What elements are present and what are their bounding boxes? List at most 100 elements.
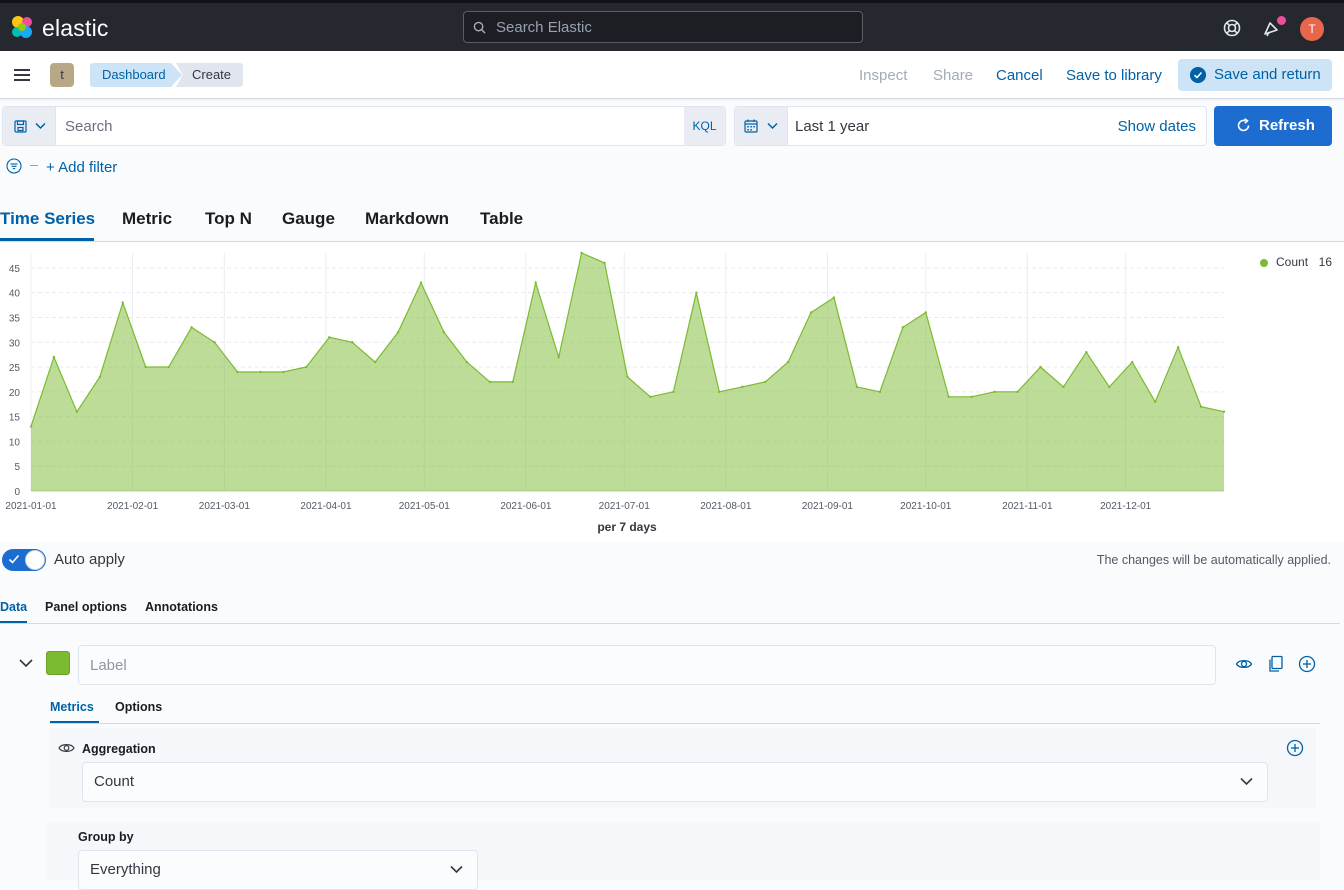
tab-metric[interactable]: Metric xyxy=(122,209,172,229)
editor-tabs: Data Panel options Annotations xyxy=(0,590,1340,624)
x-tick-label: 2021-03-01 xyxy=(199,501,251,512)
breadcrumb-create: Create xyxy=(176,63,243,87)
space-avatar[interactable]: t xyxy=(50,63,74,87)
tab-annotations[interactable]: Annotations xyxy=(145,600,218,614)
data-point xyxy=(190,326,193,329)
global-header: elastic T xyxy=(0,0,1344,51)
query-language-button[interactable]: KQL xyxy=(684,107,725,145)
chevron-down-icon xyxy=(450,865,463,874)
data-point xyxy=(328,336,331,339)
legend-marker-count xyxy=(1260,259,1268,267)
data-point xyxy=(442,331,446,334)
auto-apply-label: Auto apply xyxy=(54,551,125,568)
data-point xyxy=(718,390,721,394)
aggregation-select[interactable]: Count xyxy=(82,762,1268,802)
filter-icon[interactable] xyxy=(6,158,22,174)
saved-query-button[interactable] xyxy=(3,107,56,145)
data-point xyxy=(52,355,56,359)
chevron-down-icon xyxy=(35,122,46,130)
cancel-button[interactable]: Cancel xyxy=(996,67,1043,85)
data-point xyxy=(236,370,239,374)
data-point xyxy=(832,296,836,299)
active-editor-tab-indicator xyxy=(0,621,27,623)
data-point xyxy=(809,311,813,314)
data-point xyxy=(511,380,514,384)
group-by-value: Everything xyxy=(90,861,161,878)
toggle-knob xyxy=(25,550,45,570)
tab-table[interactable]: Table xyxy=(480,209,523,229)
inspect-button[interactable]: Inspect xyxy=(859,67,907,85)
time-range-text[interactable]: Last 1 year xyxy=(795,118,869,135)
query-search-input[interactable] xyxy=(63,115,663,137)
visualization-type-tabs: Time Series Metric Top N Gauge Markdown … xyxy=(0,200,1344,242)
tab-data[interactable]: Data xyxy=(0,600,27,614)
notification-badge xyxy=(1277,16,1286,25)
legend-value: 16 xyxy=(1319,255,1333,269)
time-series-chart[interactable]: 0 5 10 15 20 25 30 35 40 45 2021-01-01 2021-02-01 20… xyxy=(0,243,1344,542)
tab-panel-options[interactable]: Panel options xyxy=(45,600,127,614)
data-point xyxy=(1222,410,1226,413)
active-sub-tab-indicator xyxy=(50,721,99,723)
refresh-button[interactable]: Refresh xyxy=(1214,106,1332,146)
data-point xyxy=(488,380,492,384)
chart-panel: 0 5 10 15 20 25 30 35 40 45 2021-01-01 2021-02-01 20… xyxy=(0,243,1344,542)
global-search[interactable] xyxy=(463,11,863,43)
tab-metrics[interactable]: Metrics xyxy=(50,700,94,714)
add-filter-button[interactable]: + Add filter xyxy=(46,159,117,176)
data-point xyxy=(580,251,583,255)
search-icon xyxy=(473,21,486,34)
copy-icon[interactable] xyxy=(1267,655,1285,673)
tab-gauge[interactable]: Gauge xyxy=(282,209,335,229)
data-point xyxy=(695,291,698,294)
app-header: t Dashboard Create Inspect Share Cancel … xyxy=(0,51,1344,99)
data-point xyxy=(626,375,629,379)
aggregation-value: Count xyxy=(94,773,135,790)
share-button[interactable]: Share xyxy=(933,67,973,85)
global-search-input[interactable] xyxy=(494,15,854,39)
data-point xyxy=(98,375,102,379)
tab-top-n[interactable]: Top N xyxy=(205,209,252,229)
x-tick-label: 2021-02-01 xyxy=(107,501,159,512)
breadcrumb-dashboard[interactable]: Dashboard xyxy=(90,63,182,87)
save-icon xyxy=(14,120,27,133)
show-dates-button[interactable]: Show dates xyxy=(1118,118,1196,135)
data-point xyxy=(1153,400,1157,403)
x-axis-title: per 7 days xyxy=(597,520,657,534)
save-and-return-button[interactable]: Save and return xyxy=(1178,59,1332,91)
save-to-library-button[interactable]: Save to library xyxy=(1066,67,1162,85)
brand-name[interactable]: elastic xyxy=(42,15,109,42)
group-by-select[interactable]: Everything xyxy=(78,850,478,890)
tab-time-series[interactable]: Time Series xyxy=(0,209,95,229)
x-tick-label: 2021-12-01 xyxy=(1100,501,1152,512)
auto-apply-toggle[interactable] xyxy=(2,549,46,571)
tab-options[interactable]: Options xyxy=(115,700,162,714)
add-metric-icon[interactable] xyxy=(1286,739,1304,757)
save-and-return-label: Save and return xyxy=(1214,66,1321,83)
menu-icon[interactable] xyxy=(12,65,32,85)
data-point xyxy=(29,425,33,428)
series-label-input[interactable] xyxy=(78,645,1216,685)
elastic-logo-icon[interactable] xyxy=(9,14,35,40)
tab-markdown[interactable]: Markdown xyxy=(365,209,449,229)
data-point xyxy=(855,385,859,389)
quick-select-button[interactable] xyxy=(735,107,788,145)
data-point xyxy=(786,360,790,364)
legend-label: Count xyxy=(1276,255,1309,269)
y-tick-label: 40 xyxy=(9,289,21,300)
user-avatar[interactable]: T xyxy=(1300,17,1324,41)
data-point xyxy=(1131,360,1134,364)
series-sub-tabs: Metrics Options xyxy=(50,696,1320,724)
data-point xyxy=(878,390,882,394)
y-tick-label: 10 xyxy=(9,437,21,448)
series-color-swatch[interactable] xyxy=(46,651,70,675)
refresh-icon xyxy=(1237,118,1250,132)
eye-icon[interactable] xyxy=(1235,655,1253,673)
help-icon[interactable] xyxy=(1221,17,1243,39)
eye-icon[interactable] xyxy=(58,741,75,755)
data-point xyxy=(305,365,308,369)
add-series-icon[interactable] xyxy=(1298,655,1316,673)
data-point xyxy=(144,365,147,369)
calendar-icon xyxy=(744,119,758,133)
collapse-series-icon[interactable] xyxy=(18,657,34,669)
check-icon xyxy=(8,554,20,564)
